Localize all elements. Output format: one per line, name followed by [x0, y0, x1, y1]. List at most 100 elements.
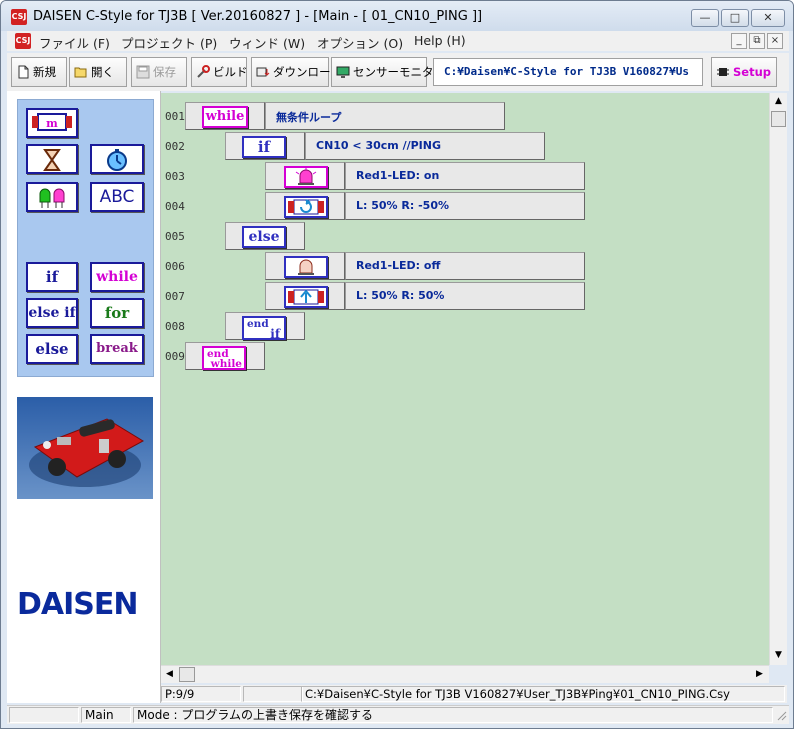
menu-help[interactable]: Help (H) — [414, 33, 466, 48]
line-number: 003 — [165, 170, 185, 183]
palette-text-button[interactable]: ABC — [90, 182, 144, 212]
menu-bar: CSJ ファイル (F) プロジェクト (P) ウィンド (W) オプション (… — [7, 31, 789, 51]
line-number: 008 — [165, 320, 185, 333]
app-icon: CSJ — [11, 9, 27, 25]
robot-motor-icon: m — [32, 113, 72, 131]
close-icon: × — [770, 35, 780, 46]
code-text: Red1-LED: off — [356, 259, 441, 272]
scroll-left-arrow-icon[interactable]: ◀ — [161, 666, 178, 683]
menu-file[interactable]: ファイル (F) — [39, 33, 110, 52]
palette-for-button[interactable]: for — [90, 298, 144, 328]
line-position: P:9/9 — [161, 686, 241, 702]
sensor-monitor-button[interactable]: センサーモニター — [331, 57, 445, 87]
block-if[interactable]: if — [225, 132, 305, 160]
restore-icon: ⧉ — [753, 35, 761, 46]
status-blank-pane — [243, 686, 303, 702]
block-motor[interactable] — [265, 192, 345, 220]
project-path-field[interactable]: C:¥Daisen¥C-Style for TJ3B V160827¥Us — [433, 58, 703, 86]
palette-led-button[interactable] — [26, 182, 78, 212]
code-cell[interactable]: 無条件ループ — [265, 102, 505, 130]
palette-elseif-button[interactable]: else if — [26, 298, 78, 328]
chip-icon — [717, 68, 729, 76]
scroll-down-arrow-icon[interactable]: ▼ — [770, 647, 787, 664]
scroll-up-arrow-icon[interactable]: ▲ — [770, 93, 787, 110]
vertical-scroll-thumb[interactable] — [771, 111, 786, 127]
menu-window[interactable]: ウィンド (W) — [229, 33, 305, 52]
minimize-icon: _ — [736, 35, 742, 46]
save-button[interactable]: 保存 — [131, 57, 187, 87]
minimize-button[interactable]: — — [691, 9, 719, 27]
robot-image — [29, 418, 144, 487]
block-led[interactable] — [265, 162, 345, 190]
mdi-document-icon[interactable]: CSJ — [15, 33, 31, 49]
app-window: CSJ DAISEN C-Style for TJ3B [ Ver.201608… — [0, 0, 794, 729]
mdi-close-button[interactable]: × — [767, 33, 783, 49]
block-led[interactable] — [265, 252, 345, 280]
open-button-label: 開く — [91, 65, 114, 79]
code-cell[interactable]: CN10 < 30cm //PING — [305, 132, 545, 160]
minimize-icon: — — [699, 11, 711, 24]
if-keyword: if — [242, 136, 286, 158]
monitor-icon — [336, 66, 350, 78]
editor-status-bar: P:9/9 C:¥Daisen¥C-Style for TJ3B V160827… — [161, 685, 787, 703]
download-icon — [256, 67, 270, 77]
palette-break-button[interactable]: break — [90, 334, 144, 364]
download-button[interactable]: ダウンロード — [251, 57, 342, 87]
code-text: Red1-LED: on — [356, 169, 440, 182]
maximize-button[interactable]: □ — [721, 9, 749, 27]
code-text: 無条件ループ — [276, 111, 342, 124]
status-blank-pane — [9, 707, 79, 723]
palette-wait-button[interactable] — [26, 144, 78, 174]
build-button[interactable]: ビルド — [191, 57, 248, 87]
folder-open-icon — [74, 67, 87, 78]
line-number: 004 — [165, 200, 185, 213]
mdi-restore-button[interactable]: ⧉ — [749, 33, 765, 49]
code-cell[interactable]: L: 50% R: 50% — [345, 282, 585, 310]
block-endwhile[interactable]: end while — [185, 342, 265, 370]
open-button[interactable]: 開く — [69, 57, 127, 87]
block-endif[interactable]: end if — [225, 312, 305, 340]
palette-else-button[interactable]: else — [26, 334, 78, 364]
close-icon: ✕ — [763, 11, 773, 24]
palette-while-button[interactable]: while — [90, 262, 144, 292]
horizontal-scroll-thumb[interactable] — [179, 667, 195, 682]
new-button-label: 新規 — [33, 65, 56, 79]
setup-button-label: Setup — [733, 65, 771, 79]
status-bar: Main Mode : プログラムの上書き保存を確認する — [7, 705, 789, 724]
resize-grip-icon[interactable] — [775, 709, 787, 721]
toolbar: 新規 開く 保存 ビルド ダウンロード センサーモニター C:¥Daisen¥C… — [7, 53, 789, 91]
palette-if-button[interactable]: if — [26, 262, 78, 292]
mdi-minimize-button[interactable]: _ — [731, 33, 747, 49]
line-number: 009 — [165, 350, 185, 363]
status-module: Main — [81, 707, 131, 723]
code-cell[interactable]: Red1-LED: off — [345, 252, 585, 280]
line-number: 007 — [165, 290, 185, 303]
code-cell[interactable]: Red1-LED: on — [345, 162, 585, 190]
motor-spin-icon — [284, 196, 328, 218]
file-path: C:¥Daisen¥C-Style for TJ3B V160827¥User_… — [301, 686, 785, 702]
left-panel: m ABC if while else if for else break DA… — [7, 91, 161, 703]
else-keyword: else — [242, 226, 286, 248]
palette-timer-button[interactable] — [90, 144, 144, 174]
block-while[interactable]: while — [185, 102, 265, 130]
setup-button[interactable]: Setup — [711, 57, 777, 87]
palette-motor-button[interactable]: m — [26, 108, 78, 138]
title-bar[interactable]: CSJ DAISEN C-Style for TJ3B [ Ver.201608… — [1, 1, 793, 31]
close-button[interactable]: ✕ — [751, 9, 785, 27]
endwhile-keyword: end while — [202, 346, 246, 370]
code-text: L: 50% R: -50% — [356, 199, 449, 212]
maximize-icon: □ — [729, 11, 741, 24]
block-motor[interactable] — [265, 282, 345, 310]
menu-options[interactable]: オプション (O) — [317, 33, 403, 52]
menu-project[interactable]: プロジェクト (P) — [121, 33, 217, 52]
scroll-right-arrow-icon[interactable]: ▶ — [751, 666, 768, 683]
code-cell[interactable]: L: 50% R: -50% — [345, 192, 585, 220]
while-label: while — [210, 358, 242, 370]
vertical-scrollbar[interactable]: ▲ ▼ — [769, 93, 787, 665]
while-keyword: while — [202, 106, 248, 128]
new-button[interactable]: 新規 — [11, 57, 67, 87]
program-editor[interactable]: 001 while 無条件ループ 002 if CN10 < 30cm //PI… — [161, 93, 769, 665]
build-tools-icon — [197, 65, 210, 78]
horizontal-scrollbar[interactable]: ◀ ▶ — [161, 665, 769, 683]
block-else[interactable]: else — [225, 222, 305, 250]
